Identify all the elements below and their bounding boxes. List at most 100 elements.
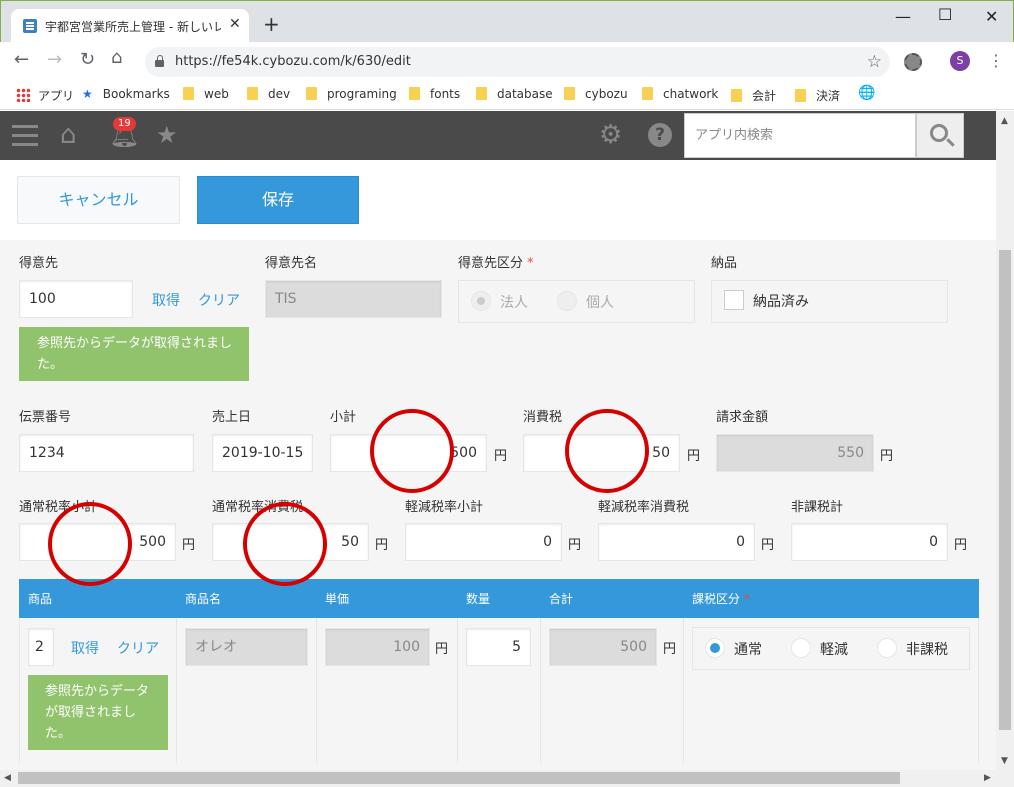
radio-tax-standard[interactable] <box>705 638 725 658</box>
bookmark-fonts[interactable]: fonts <box>409 87 460 101</box>
minimize-icon[interactable]: — <box>895 7 911 26</box>
customer-name-label: 得意先名 <box>265 256 318 271</box>
table-header <box>19 579 979 618</box>
bookmark-database[interactable]: database <box>476 87 553 101</box>
bookmark-star-icon[interactable]: ☆ <box>867 52 882 72</box>
window-close-icon[interactable]: ✕ <box>985 7 998 26</box>
reduced-subtotal-unit: 円 <box>568 538 582 553</box>
bookmark-programing[interactable]: programing <box>306 87 397 101</box>
radio-tax-reduced-label: 軽減 <box>820 642 848 658</box>
folder-icon <box>795 89 806 102</box>
row-quantity-input[interactable]: 5 <box>466 628 531 666</box>
search-icon <box>930 124 948 142</box>
standard-subtotal-unit: 円 <box>182 538 196 553</box>
radio-tax-nontaxable-label: 非課税 <box>906 642 948 658</box>
menu-hamburger-icon[interactable] <box>12 125 38 147</box>
address-bar[interactable]: https://fe54k.cybozu.com/k/630/edit ☆ <box>145 47 890 77</box>
app-search-input[interactable]: アプリ内検索 <box>684 113 916 158</box>
reduced-tax-unit: 円 <box>761 538 775 553</box>
slip-number-input[interactable]: 1234 <box>19 434 194 472</box>
apps-grid-icon <box>16 88 30 102</box>
customer-clear-link[interactable]: クリア <box>198 290 240 310</box>
bookmark-kessai[interactable]: 決済 <box>795 87 840 104</box>
radio-tax-reduced[interactable] <box>791 638 811 658</box>
browser-tab[interactable]: 宇都宮営業所売上管理 - 新しいレコ ✕ <box>11 9 249 43</box>
delivered-checkbox-label: 納品済み <box>753 294 809 310</box>
subtotal-label: 小計 <box>330 410 357 425</box>
folder-icon <box>247 87 258 100</box>
delivered-checkbox[interactable] <box>724 290 744 310</box>
bookmark-web[interactable]: web <box>183 87 229 101</box>
customer-get-link[interactable]: 取得 <box>152 290 180 310</box>
col-product: 商品 <box>28 592 53 606</box>
settings-gear-icon[interactable]: ⚙ <box>599 122 622 148</box>
browser-menu-icon[interactable]: ⋮ <box>988 51 1004 70</box>
tax-label: 消費税 <box>523 410 563 425</box>
scroll-down-icon[interactable]: ▼ <box>1001 756 1008 766</box>
forward-icon[interactable]: → <box>47 51 62 69</box>
radio-tax-standard-label: 通常 <box>734 642 762 658</box>
kintone-favicon-icon <box>23 19 37 33</box>
bookmark-kaikei[interactable]: 会計 <box>731 87 776 104</box>
horizontal-scroll-thumb[interactable] <box>18 772 900 784</box>
help-icon[interactable]: ? <box>648 123 672 147</box>
maximize-icon[interactable]: ☐ <box>938 5 952 24</box>
favorites-star-icon[interactable]: ★ <box>156 123 178 147</box>
new-tab-button[interactable]: + <box>263 14 280 34</box>
tab-close-icon[interactable]: ✕ <box>229 16 241 32</box>
radio-tax-nontaxable[interactable] <box>877 638 897 658</box>
row-lookup-message: 参照先からデータが取得されました。 <box>28 675 168 750</box>
globe-icon[interactable]: 🌐 <box>858 85 875 101</box>
extension-gear-icon[interactable] <box>904 53 922 71</box>
annotation-circle <box>565 409 649 493</box>
reduced-subtotal-label: 軽減税率小計 <box>405 500 484 515</box>
folder-icon <box>476 87 487 100</box>
tab-title: 宇都宮営業所売上管理 - 新しいレコ <box>45 20 221 34</box>
slip-number-label: 伝票番号 <box>19 410 72 425</box>
sales-date-input[interactable]: 2019-10-15 <box>212 434 313 472</box>
annotation-circle <box>48 502 132 586</box>
row-unit-price-unit: 円 <box>435 642 449 657</box>
billing-amount-unit: 円 <box>880 449 894 464</box>
row-clear-link[interactable]: クリア <box>117 638 159 658</box>
profile-avatar[interactable]: S <box>950 51 970 71</box>
scroll-left-icon[interactable]: ◀ <box>4 773 11 783</box>
bookmark-dev[interactable]: dev <box>247 87 290 101</box>
bookmark-bookmarks[interactable]: ★ Bookmarks <box>82 87 170 101</box>
radio-corporate[interactable] <box>471 291 491 311</box>
search-button[interactable] <box>916 113 964 158</box>
radio-individual[interactable] <box>557 291 577 311</box>
customer-label: 得意先 <box>19 256 59 271</box>
reload-icon[interactable]: ↻ <box>80 51 95 69</box>
bookmark-cybozu[interactable]: cybozu <box>564 87 628 101</box>
customer-type-label: 得意先区分 * <box>458 256 534 271</box>
scroll-up-icon[interactable]: ▲ <box>1001 116 1008 126</box>
back-icon[interactable]: ← <box>14 51 29 69</box>
url-text: https://fe54k.cybozu.com/k/630/edit <box>175 54 411 69</box>
customer-input[interactable]: 100 <box>19 280 133 318</box>
folder-icon <box>731 89 742 102</box>
bookmarks-bar: アプリ ★ Bookmarks web dev programing fonts … <box>0 80 1014 110</box>
scroll-right-icon[interactable]: ▶ <box>984 773 991 783</box>
bookmark-apps[interactable]: アプリ <box>16 87 74 104</box>
notification-badge: 19 <box>113 117 136 131</box>
browser-title-bar: 宇都宮営業所売上管理 - 新しいレコ ✕ + — ☐ ✕ <box>0 0 1014 43</box>
home-icon[interactable]: ⌂ <box>60 122 77 148</box>
nontaxable-total-field: 0 <box>791 523 948 561</box>
bookmark-chatwork[interactable]: chatwork <box>642 87 718 101</box>
row-product-input[interactable]: 2 <box>28 628 54 666</box>
folder-icon <box>564 87 575 100</box>
folder-icon <box>306 87 317 100</box>
vertical-scroll-thumb[interactable] <box>999 250 1011 730</box>
annotation-circle <box>243 502 327 586</box>
save-button[interactable]: 保存 <box>197 176 359 224</box>
col-quantity: 数量 <box>466 592 491 606</box>
row-get-link[interactable]: 取得 <box>71 638 99 658</box>
reduced-subtotal-field: 0 <box>405 523 562 561</box>
cancel-button[interactable]: キャンセル <box>17 176 180 224</box>
row-unit-price-field: 100 <box>325 628 430 666</box>
row-total-unit: 円 <box>663 642 677 657</box>
delivery-label: 納品 <box>711 256 738 271</box>
home-icon[interactable]: ⌂ <box>111 49 122 67</box>
star-icon: ★ <box>82 87 93 101</box>
